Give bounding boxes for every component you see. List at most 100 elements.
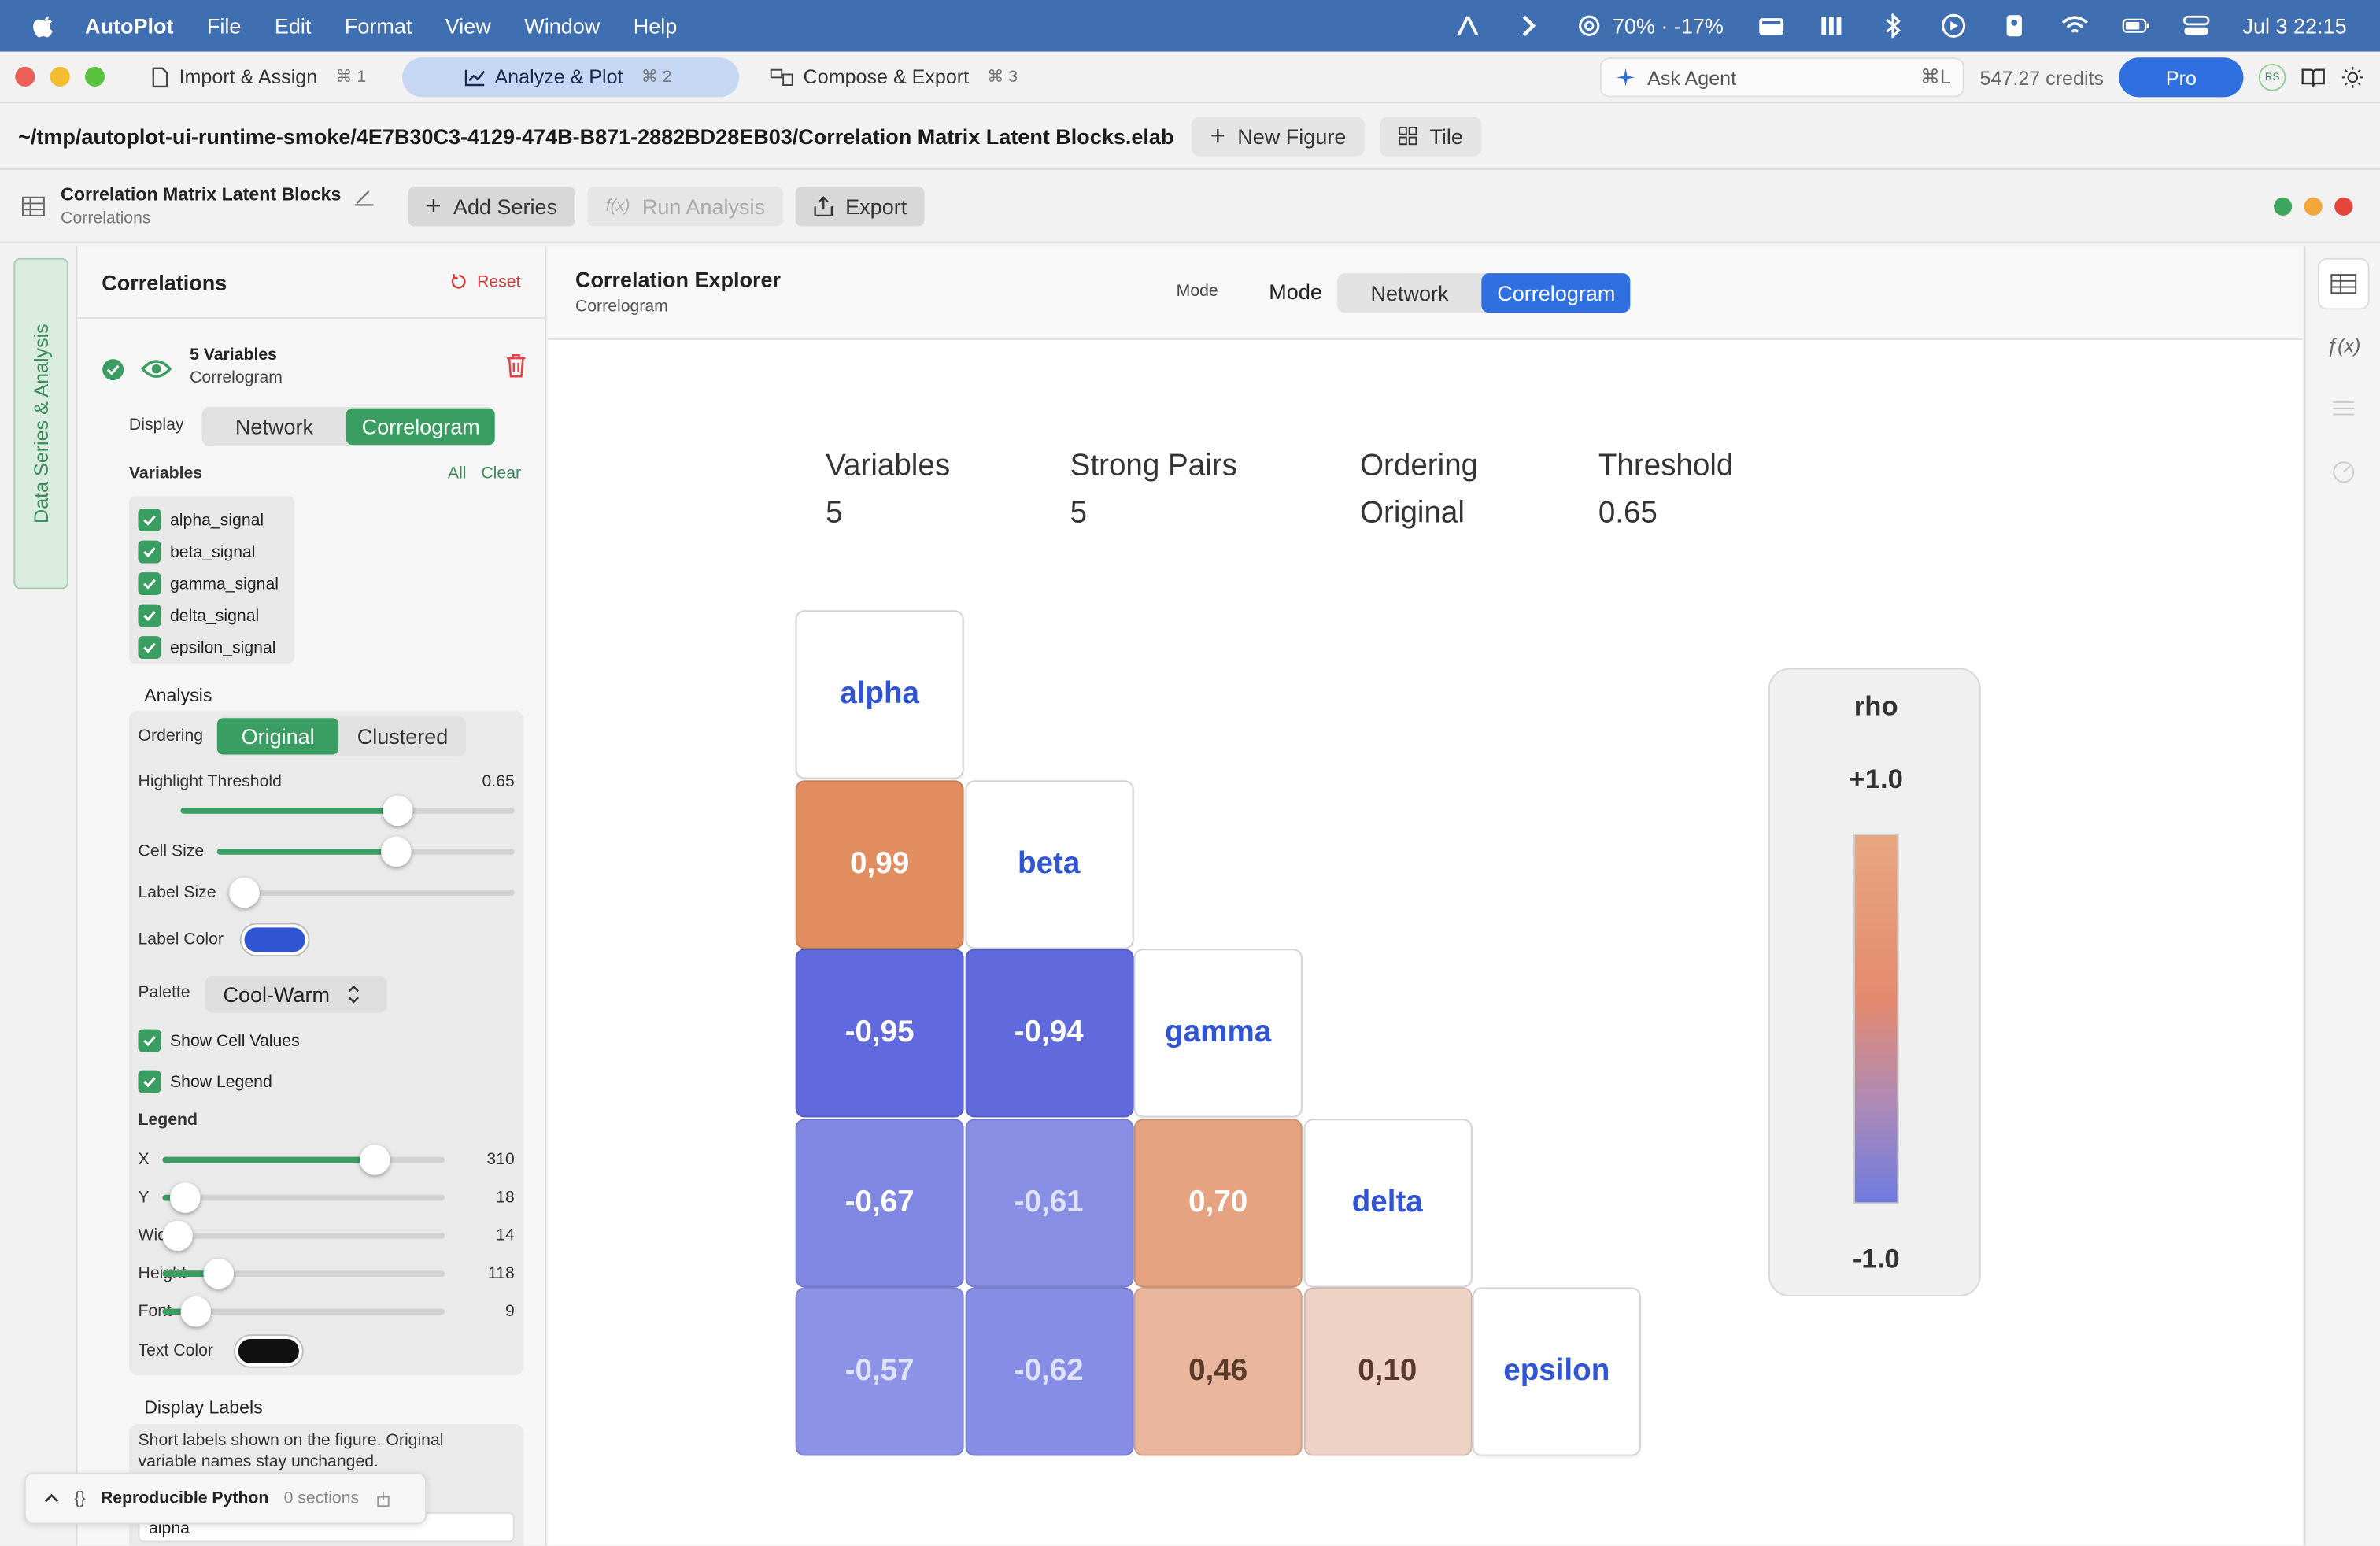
- apple-icon[interactable]: [31, 12, 58, 39]
- sun-icon[interactable]: [2341, 65, 2365, 90]
- slider-knob[interactable]: [229, 877, 260, 908]
- tile-button[interactable]: Tile: [1379, 116, 1482, 156]
- rail-gauge-button[interactable]: [2318, 446, 2370, 498]
- clear-link[interactable]: Clear: [481, 464, 521, 483]
- bluetooth-icon[interactable]: [1879, 13, 1906, 39]
- avatar[interactable]: RS: [2258, 64, 2286, 91]
- memory-icon[interactable]: [1817, 13, 1845, 38]
- battery-icon[interactable]: [2121, 13, 2149, 38]
- correlation-cell[interactable]: -0,61: [964, 1118, 1133, 1287]
- window-close-button[interactable]: [15, 66, 35, 87]
- pro-button[interactable]: Pro: [2119, 57, 2244, 98]
- slider-knob[interactable]: [359, 1145, 390, 1175]
- panel-minimize-button[interactable]: [2304, 197, 2323, 216]
- tab-compose-export[interactable]: Compose & Export ⌘ 3: [748, 57, 1045, 96]
- menu-help[interactable]: Help: [634, 13, 678, 38]
- table-icon[interactable]: [21, 195, 46, 216]
- cell-size-slider[interactable]: [216, 836, 515, 867]
- ask-agent-field[interactable]: Ask Agent ⌘L: [1600, 57, 1965, 98]
- app-name[interactable]: AutoPlot: [85, 13, 173, 38]
- keyboard-icon[interactable]: [1757, 13, 1784, 38]
- highlight-threshold-slider[interactable]: [180, 795, 515, 827]
- export-button[interactable]: Export: [795, 186, 926, 226]
- contacts-icon[interactable]: [2000, 13, 2027, 38]
- diagonal-label-alpha[interactable]: alpha: [795, 610, 964, 779]
- palette-select[interactable]: Cool-Warm: [205, 976, 387, 1013]
- new-figure-button[interactable]: + New Figure: [1192, 116, 1365, 156]
- display-correlogram-option[interactable]: Correlogram: [346, 408, 496, 446]
- slider-knob[interactable]: [382, 795, 413, 827]
- series-visibility[interactable]: [140, 358, 172, 387]
- slider-knob[interactable]: [380, 836, 411, 867]
- ai-usage-status[interactable]: 70% · -17%: [1576, 13, 1724, 38]
- reset-button[interactable]: Reset: [451, 272, 521, 290]
- legend-slider-font[interactable]: [162, 1296, 445, 1327]
- slider-knob[interactable]: [169, 1182, 201, 1213]
- reproducible-python-bar[interactable]: {} Reproducible Python 0 sections: [24, 1472, 427, 1525]
- mode-network-option[interactable]: Network: [1337, 273, 1482, 313]
- diagonal-label-beta[interactable]: beta: [964, 779, 1133, 949]
- control-center-icon[interactable]: [2182, 13, 2209, 38]
- panel-zoom-button[interactable]: [2274, 197, 2293, 216]
- window-minimize-button[interactable]: [50, 66, 70, 87]
- menu-file[interactable]: File: [207, 13, 242, 38]
- menu-view[interactable]: View: [445, 13, 491, 38]
- rail-table-button[interactable]: [2317, 257, 2370, 310]
- variable-checkbox[interactable]: alpha_signal: [129, 504, 294, 536]
- diagonal-label-gamma[interactable]: gamma: [1133, 949, 1303, 1118]
- play-icon[interactable]: [1939, 13, 1967, 38]
- menu-bar-clock[interactable]: Jul 3 22:15: [2243, 13, 2347, 38]
- correlation-cell[interactable]: 0,46: [1133, 1287, 1303, 1456]
- select-all-link[interactable]: All: [448, 464, 467, 483]
- pencil-icon[interactable]: [353, 184, 375, 205]
- chevron-up-icon[interactable]: [44, 1492, 59, 1504]
- panel-close-button[interactable]: [2334, 197, 2353, 216]
- rail-function-button[interactable]: ƒ(x): [2318, 319, 2370, 371]
- window-zoom-button[interactable]: [85, 66, 105, 87]
- wifi-icon[interactable]: [2060, 13, 2088, 38]
- ordering-clustered-option[interactable]: Clustered: [339, 718, 467, 754]
- variable-checkbox[interactable]: beta_signal: [129, 536, 294, 568]
- copy-icon[interactable]: [374, 1490, 390, 1507]
- trash-icon[interactable]: [505, 353, 527, 378]
- label-color-swatch[interactable]: [241, 924, 309, 956]
- figure-title[interactable]: Correlation Matrix Latent Blocks: [61, 183, 341, 205]
- status-a-icon[interactable]: [1454, 13, 1482, 38]
- correlation-cell[interactable]: 0,10: [1303, 1287, 1472, 1456]
- tab-import-assign[interactable]: Import & Assign ⌘ 1: [129, 57, 394, 96]
- chevron-right-icon[interactable]: [1515, 13, 1543, 38]
- add-series-button[interactable]: + Add Series: [408, 186, 576, 226]
- display-network-option[interactable]: Network: [202, 409, 347, 445]
- correlation-cell[interactable]: -0,95: [795, 949, 964, 1118]
- diagonal-label-delta[interactable]: delta: [1303, 1118, 1472, 1287]
- diagonal-label-epsilon[interactable]: epsilon: [1472, 1287, 1641, 1456]
- correlation-cell[interactable]: 0,99: [795, 779, 964, 949]
- correlation-cell[interactable]: -0,67: [795, 1118, 964, 1287]
- legend-slider-x[interactable]: [162, 1145, 445, 1175]
- menu-window[interactable]: Window: [524, 13, 600, 38]
- variable-checkbox[interactable]: epsilon_signal: [129, 631, 294, 664]
- book-icon[interactable]: [2301, 67, 2326, 88]
- label-size-slider[interactable]: [229, 877, 515, 908]
- show-cell-values-checkbox[interactable]: Show Cell Values: [138, 1029, 300, 1052]
- legend-slider-y[interactable]: [162, 1182, 445, 1213]
- correlation-cell[interactable]: -0,57: [795, 1287, 964, 1456]
- variable-checkbox[interactable]: gamma_signal: [129, 568, 294, 600]
- variable-checkbox[interactable]: delta_signal: [129, 600, 294, 632]
- correlation-cell[interactable]: -0,94: [964, 949, 1133, 1118]
- legend-slider-height[interactable]: [162, 1258, 445, 1289]
- tab-analyze-plot[interactable]: Analyze & Plot ⌘ 2: [402, 57, 740, 97]
- menu-format[interactable]: Format: [345, 13, 412, 38]
- legend-slider-width[interactable]: [162, 1220, 445, 1252]
- correlation-cell[interactable]: -0,62: [964, 1287, 1133, 1456]
- ordering-original-option[interactable]: Original: [216, 718, 339, 755]
- series-toggle[interactable]: [102, 358, 124, 389]
- show-legend-checkbox[interactable]: Show Legend: [138, 1070, 272, 1093]
- menu-edit[interactable]: Edit: [275, 13, 312, 38]
- correlation-cell[interactable]: 0,70: [1133, 1118, 1303, 1287]
- data-series-analysis-tab[interactable]: Data Series & Analysis: [13, 257, 68, 590]
- run-analysis-button[interactable]: f(x) Run Analysis: [587, 186, 784, 226]
- rail-sliders-button[interactable]: [2318, 383, 2370, 435]
- text-color-swatch[interactable]: [235, 1336, 302, 1367]
- slider-knob[interactable]: [162, 1220, 193, 1252]
